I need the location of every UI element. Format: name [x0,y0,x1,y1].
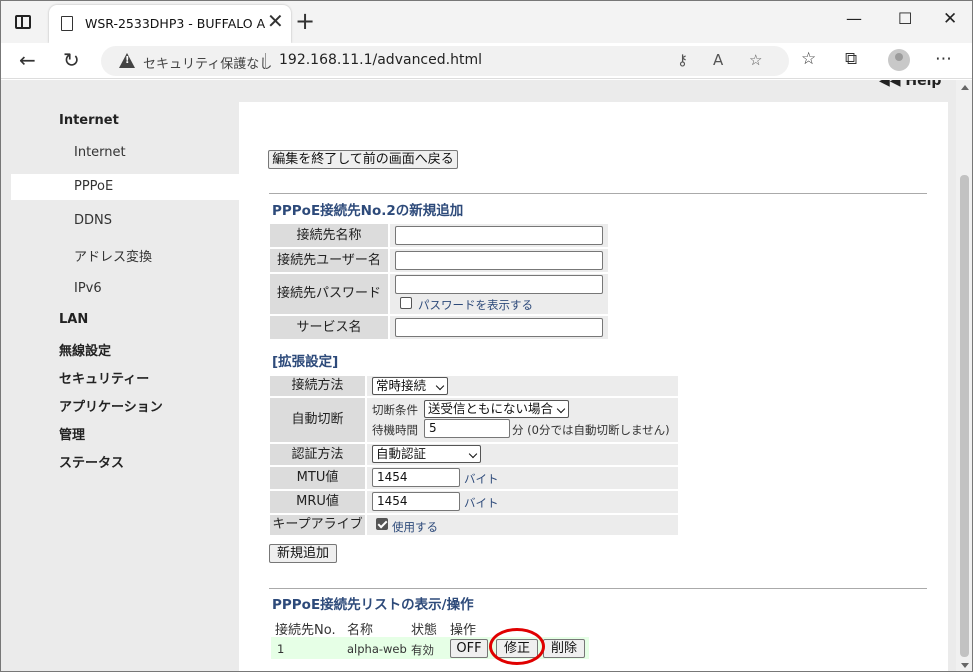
field-label-username: 接続先ユーザー名 [270,249,388,272]
show-password-label[interactable]: パスワードを表示する [418,297,533,313]
mtu-unit: バイト [464,472,499,486]
auth-method-select[interactable]: 自動認証 [372,445,481,463]
mtu-input[interactable]: 1454 [372,468,460,487]
back-to-previous-button[interactable]: 編集を終了して前の画面へ戻る [268,150,458,169]
sidebar-heading-internet[interactable]: Internet [59,113,119,128]
username-input[interactable] [395,251,603,270]
sidebar-heading-security[interactable]: セキュリティー [59,368,149,387]
close-window-icon[interactable]: ✕ [943,9,957,29]
url-text[interactable]: 192.168.11.1/advanced.html [279,52,482,68]
wait-time-input[interactable]: 5 [424,419,510,438]
more-menu-icon[interactable]: ⋯ [935,49,952,69]
sidebar-item-nat[interactable]: アドレス変換 [74,246,152,265]
row-no: 1 [277,642,285,656]
chevron-down-icon [468,449,478,459]
highlight-circle [489,628,545,665]
sidebar-item-internet[interactable]: Internet [74,145,126,160]
advanced-settings-title: [拡張設定] [272,354,339,370]
row-name: alpha-web [347,642,407,656]
toggle-off-button[interactable]: OFF [450,639,488,658]
browser-window: WSR-2533DHP3 - BUFFALO AirSt ✕ + — ☐ ✕ ←… [0,0,973,672]
tab-strip: WSR-2533DHP3 - BUFFALO AirSt ✕ + — ☐ ✕ [1,1,972,43]
add-favorite-icon[interactable]: ☆ [749,51,762,69]
reload-icon[interactable]: ↻ [63,48,80,72]
tab-actions-icon[interactable] [15,15,31,29]
security-status[interactable]: セキュリティ保護なし [143,53,272,72]
divider [269,588,927,589]
key-icon[interactable]: ⚷ [677,51,688,69]
connection-name-input[interactable] [395,226,603,245]
list-header-actions: 操作 [450,623,477,638]
sidebar-item-ipv6[interactable]: IPv6 [74,281,102,296]
add-new-button[interactable]: 新規追加 [269,544,337,563]
address-bar[interactable]: セキュリティ保護なし 192.168.11.1/advanced.html ⚷ … [101,46,789,76]
pppoe-list-title: PPPoE接続先リストの表示/操作 [272,597,474,613]
password-input[interactable] [395,275,603,294]
help-link[interactable]: ◀◀ Help [879,80,941,89]
router-page: ◀◀ Help Internet Internet PPPoE DDNS アドレ… [1,80,956,671]
chevron-down-icon [556,404,566,414]
sidebar-item-pppoe[interactable]: PPPoE [74,179,113,194]
sidebar-heading-admin[interactable]: 管理 [59,424,85,443]
favorites-icon[interactable]: ☆ [801,49,816,69]
chevron-down-icon [435,381,445,391]
sidebar-heading-lan[interactable]: LAN [59,312,88,327]
browser-toolbar: ← ↻ セキュリティ保護なし 192.168.11.1/advanced.htm… [1,43,972,79]
connection-method-label: 接続方法 [270,376,365,396]
keepalive-checkbox[interactable] [376,518,388,530]
auth-method-label: 認証方法 [270,444,365,465]
page-doc-icon [61,16,73,31]
sidebar-heading-application[interactable]: アプリケーション [59,396,163,415]
show-password-checkbox[interactable] [400,297,412,309]
sidebar-heading-status[interactable]: ステータス [59,452,124,471]
new-pppoe-title: PPPoE接続先No.2の新規追加 [272,203,464,219]
divider [269,193,927,194]
list-header-status: 状態 [411,623,438,638]
collections-icon[interactable]: ⧉ [845,49,857,69]
mtu-label: MTU値 [270,467,365,489]
field-label-password: 接続先パスワード [270,274,388,314]
mru-input[interactable]: 1454 [372,492,460,511]
sidebar-active-highlight [11,174,239,200]
disconnect-condition-select[interactable]: 送受信ともにない場合 [424,400,569,418]
tab-title: WSR-2533DHP3 - BUFFALO AirSt [85,16,265,31]
read-aloud-icon[interactable]: A [713,51,723,69]
wait-time-note: 分 (0分では自動切断しません) [512,423,670,437]
scroll-up-icon[interactable] [961,85,969,90]
keepalive-option-label[interactable]: 使用する [392,519,438,535]
service-name-input[interactable] [395,318,603,337]
list-header-name: 名称 [347,623,374,638]
sidebar-item-ddns[interactable]: DDNS [74,213,112,228]
keepalive-label: キープアライブ [270,515,365,535]
sidebar-heading-wireless[interactable]: 無線設定 [59,340,111,359]
minimize-icon[interactable]: — [846,9,862,29]
mru-unit: バイト [464,496,499,510]
browser-tab[interactable]: WSR-2533DHP3 - BUFFALO AirSt ✕ [49,5,291,43]
main-content: 編集を終了して前の画面へ戻る PPPoE接続先No.2の新規追加 接続先名称 接… [239,102,948,671]
page-scrollbar[interactable] [956,80,972,671]
profile-avatar[interactable] [888,49,910,71]
connection-method-value: 常時接続 [376,378,427,393]
new-tab-icon[interactable]: + [295,9,315,33]
list-header-no: 接続先No. [275,623,336,638]
row-status: 有効 [411,643,434,657]
close-tab-icon[interactable]: ✕ [267,11,284,31]
field-label-service: サービス名 [270,316,388,339]
mru-label: MRU値 [270,491,365,513]
back-arrow-icon[interactable]: ← [19,48,36,72]
connection-method-select[interactable]: 常時接続 [372,377,448,395]
auth-method-value: 自動認証 [376,446,427,461]
url-divider [265,53,266,69]
wait-time-label: 待機時間 [372,423,418,437]
disconnect-condition-label: 切断条件 [372,403,418,417]
maximize-icon[interactable]: ☐ [898,9,912,29]
field-label-name: 接続先名称 [270,224,388,247]
auto-disconnect-label: 自動切断 [270,398,365,442]
scroll-thumb[interactable] [960,175,969,657]
disconnect-condition-value: 送受信ともにない場合 [428,401,554,416]
scroll-down-icon[interactable] [961,663,969,668]
warning-icon [119,53,135,68]
delete-button[interactable]: 削除 [543,639,585,658]
